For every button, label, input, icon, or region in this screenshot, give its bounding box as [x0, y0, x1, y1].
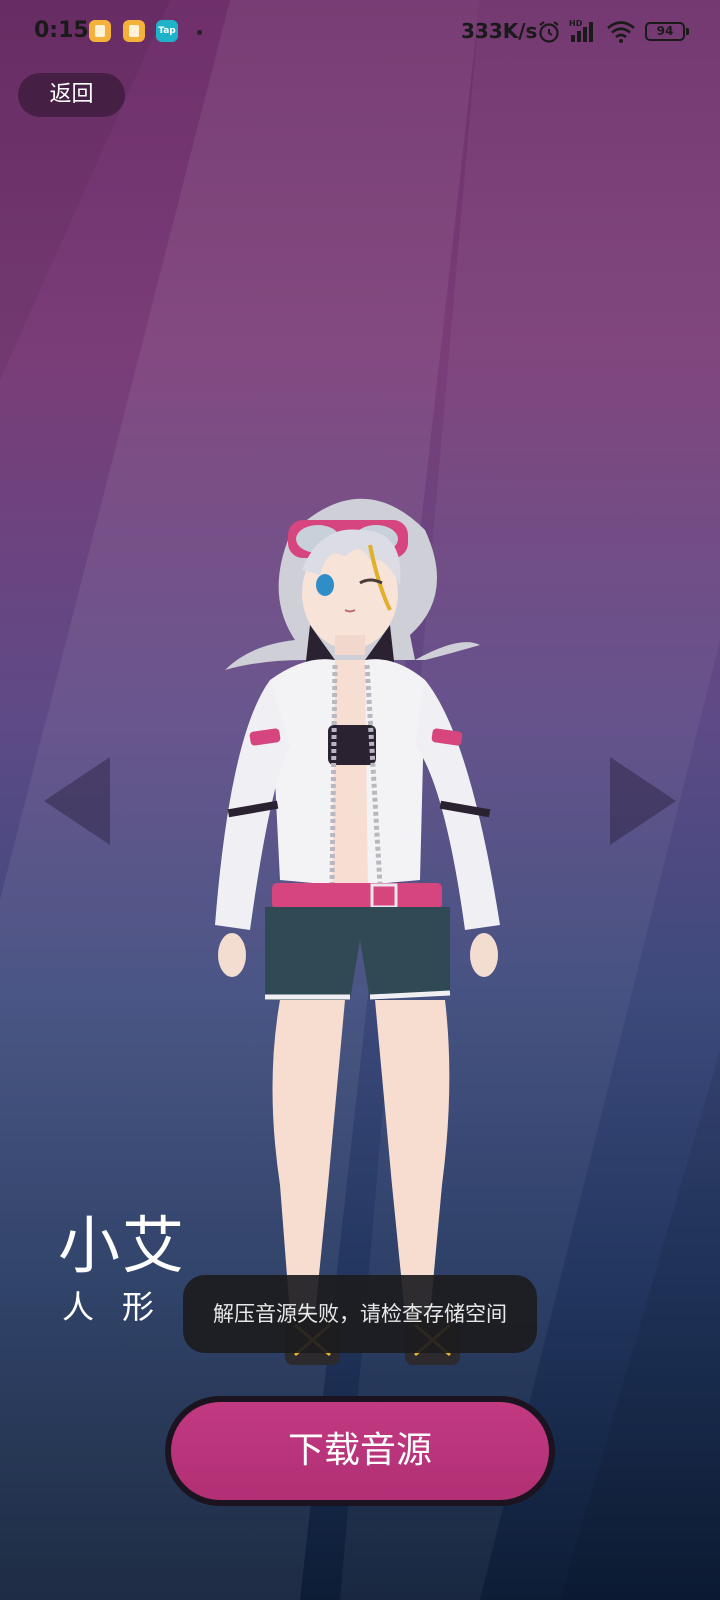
more-notifications-dot-icon: [197, 30, 202, 35]
character-type: 人形: [62, 1288, 183, 1326]
battery-level: 94: [656, 24, 674, 38]
back-button[interactable]: 返回: [18, 73, 125, 117]
character-model[interactable]: [210, 485, 510, 1385]
alarm-icon: [539, 21, 559, 43]
notification-app-icon: [123, 20, 145, 42]
previous-character-arrow-icon[interactable]: [40, 755, 114, 847]
error-toast: 解压音源失败，请检查存储空间: [183, 1275, 537, 1353]
screen: 0:15 Tap 333K/s HD 94 返回 小艾 人形 解压音源失败，请检…: [0, 0, 720, 1600]
next-character-arrow-icon[interactable]: [606, 755, 680, 847]
wifi-icon: [607, 21, 635, 43]
signal-icon: HD: [569, 19, 593, 42]
download-voice-label: 下载音源: [171, 1402, 549, 1500]
hd-label: HD: [569, 19, 583, 28]
taptap-icon: Tap: [156, 20, 178, 42]
network-speed: 333K/s: [461, 19, 538, 43]
download-voice-button[interactable]: 下载音源: [165, 1396, 555, 1506]
status-bar: 0:15 Tap 333K/s HD 94: [0, 0, 720, 64]
status-time: 0:15: [34, 18, 89, 43]
battery-icon: 94: [645, 22, 689, 41]
character-name: 小艾: [58, 1209, 187, 1282]
notification-app-icon: [89, 20, 111, 42]
